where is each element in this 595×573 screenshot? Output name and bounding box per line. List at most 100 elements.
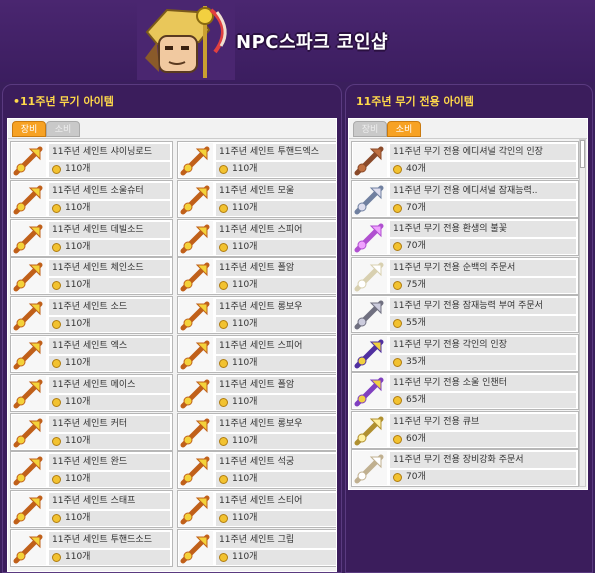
item-name: 11주년 세인트 롱보우 xyxy=(216,415,336,432)
shop-item[interactable]: 11주년 세인트 커터 110개 xyxy=(10,412,173,451)
shop-item[interactable]: 11주년 무기 전용 순백의 주문서 75개 xyxy=(351,256,579,295)
devil-sword-icon xyxy=(12,220,46,255)
item-price: 40개 xyxy=(390,162,576,177)
item-price: 110개 xyxy=(216,394,336,410)
price-value: 110개 xyxy=(65,552,91,562)
item-price: 75개 xyxy=(390,277,576,293)
price-value: 60개 xyxy=(406,433,426,444)
item-price: 110개 xyxy=(216,317,336,333)
shop-item[interactable]: 11주년 세인트 샤이닝로드 110개 xyxy=(10,141,173,179)
shop-item[interactable]: 11주년 세인트 모울 110개 xyxy=(177,179,336,218)
price-value: 110개 xyxy=(232,513,258,524)
tab-equip[interactable]: 장비 xyxy=(12,121,46,137)
soul-enchanter-icon xyxy=(353,374,387,408)
rod-icon xyxy=(12,143,46,177)
item-price: 110개 xyxy=(49,550,170,565)
item-name: 11주년 세인트 폴암 xyxy=(216,260,336,277)
shop-item[interactable]: 11주년 세인트 데빌소드 110개 xyxy=(10,218,173,257)
item-name: 11주년 세인트 석궁 xyxy=(216,454,336,471)
price-value: 110개 xyxy=(65,280,91,291)
shop-item[interactable]: 11주년 세인트 폴암 110개 xyxy=(177,257,336,296)
coin-icon xyxy=(393,319,402,328)
shop-item[interactable]: 11주년 세인트 스티어 110개 xyxy=(177,490,336,529)
shop-item[interactable]: 11주년 무기 전용 환생의 불꽃 70개 xyxy=(351,218,579,256)
price-value: 65개 xyxy=(406,395,426,405)
tab-consume[interactable]: 소비 xyxy=(46,121,80,137)
cube-icon xyxy=(353,412,387,447)
item-price: 110개 xyxy=(49,511,170,527)
shop-item[interactable]: 11주년 무기 전용 에디셔널 각인의 인장 40개 xyxy=(351,141,579,179)
item-name: 11주년 세인트 폴암 xyxy=(216,376,336,393)
item-price: 35개 xyxy=(390,354,576,370)
shop-item[interactable]: 11주년 무기 전용 각인의 인장 35개 xyxy=(351,333,579,372)
shop-item[interactable]: 11주년 세인트 소울슈터 110개 xyxy=(10,179,173,218)
coin-icon xyxy=(393,203,402,213)
shop-item[interactable]: 11주년 세인트 그립 110개 xyxy=(177,529,336,567)
item-price: 110개 xyxy=(49,394,170,410)
item-name: 11주년 세인트 롱보우 xyxy=(216,299,336,316)
coin-icon xyxy=(219,514,228,524)
shop-item[interactable]: 11주년 세인트 석궁 110개 xyxy=(177,451,336,490)
item-name: 11주년 세인트 엑스 xyxy=(49,338,170,354)
shop-item[interactable]: 11주년 세인트 체인소드 110개 xyxy=(10,257,173,296)
shop-item[interactable]: 11주년 세인트 스피어 110개 xyxy=(177,218,336,257)
shop-item[interactable]: 11주년 무기 전용 장비강화 주문서 70개 xyxy=(351,449,579,487)
shop-item[interactable]: 11주년 세인트 엑스 110개 xyxy=(10,335,173,373)
price-value: 110개 xyxy=(232,164,258,174)
coin-icon xyxy=(219,475,228,485)
shop-item[interactable]: 11주년 세인트 스태프 110개 xyxy=(10,490,173,529)
item-name: 11주년 세인트 커터 xyxy=(49,415,170,432)
shop-item[interactable]: 11주년 무기 전용 큐브 60개 xyxy=(351,410,579,449)
item-name: 11주년 무기 전용 잠재능력 부여 주문서 xyxy=(390,298,576,314)
item-price: 110개 xyxy=(216,278,336,294)
shop-item[interactable]: 11주년 세인트 롱보우 110개 xyxy=(177,412,336,451)
shop-item[interactable]: 11주년 세인트 투핸드엑스 110개 xyxy=(177,141,336,179)
header-bar: NPC스파크 코인샵 xyxy=(0,0,595,82)
item-name: 11주년 무기 전용 각인의 인장 xyxy=(390,336,576,353)
twohand-sword-icon xyxy=(12,531,46,565)
item-name: 11주년 세인트 소드 xyxy=(49,299,170,316)
coin-icon xyxy=(393,357,402,367)
scrollbar-thumb[interactable] xyxy=(580,140,585,168)
weapon-exclusive-section: 11주년 무기 전용 아이템 장비 소비 11주년 무기 전용 에디셔널 각인의… xyxy=(345,84,593,573)
coin-icon xyxy=(52,475,61,485)
item-price: 70개 xyxy=(390,200,576,216)
twohand-axe-icon xyxy=(179,143,213,177)
flame-icon xyxy=(353,220,387,254)
shop-item[interactable]: 11주년 세인트 스피어 110개 xyxy=(177,335,336,373)
shop-item[interactable]: 11주년 세인트 완드 110개 xyxy=(10,451,173,490)
shop-item[interactable]: 11주년 세인트 폴암 110개 xyxy=(177,373,336,412)
item-name: 11주년 무기 전용 에디셔널 각인의 인장 xyxy=(390,144,576,160)
item-name: 11주년 세인트 소울슈터 xyxy=(49,182,170,199)
item-name: 11주년 무기 전용 에디셔널 잠재능력.. xyxy=(390,182,576,199)
coin-icon xyxy=(52,514,61,524)
coin-icon xyxy=(219,242,228,252)
wand-icon xyxy=(12,453,46,488)
shop-item[interactable]: 11주년 무기 전용 잠재능력 부여 주문서 55개 xyxy=(351,295,579,333)
item-name: 11주년 세인트 완드 xyxy=(49,454,170,471)
tab-equip[interactable]: 장비 xyxy=(353,121,387,137)
tab-consume[interactable]: 소비 xyxy=(387,121,421,137)
shop-item[interactable]: 11주년 무기 전용 에디셔널 잠재능력.. 70개 xyxy=(351,179,579,218)
scrollbar[interactable] xyxy=(579,139,586,487)
cutter-icon xyxy=(12,414,46,449)
coin-icon xyxy=(219,397,228,407)
item-name: 11주년 세인트 스티어 xyxy=(216,493,336,510)
weapon-exclusive-panel: 장비 소비 11주년 무기 전용 에디셔널 각인의 인장 40개 11주년 무기 전… xyxy=(348,118,588,490)
item-price: 110개 xyxy=(49,433,170,449)
shop-item[interactable]: 11주년 무기 전용 소울 인챈터 65개 xyxy=(351,372,579,410)
shop-item[interactable]: 11주년 세인트 롱보우 110개 xyxy=(177,296,336,335)
price-value: 110개 xyxy=(232,435,258,446)
item-name: 11주년 무기 전용 소울 인챈터 xyxy=(390,375,576,391)
shop-item[interactable]: 11주년 세인트 투핸드소드 110개 xyxy=(10,529,173,567)
shop-item[interactable]: 11주년 세인트 메이스 110개 xyxy=(10,373,173,412)
shop-item[interactable]: 11주년 세인트 소드 110개 xyxy=(10,296,173,335)
coin-icon xyxy=(52,203,61,213)
spear-icon xyxy=(179,220,213,255)
item-price: 110개 xyxy=(216,472,336,488)
coin-icon xyxy=(393,434,402,444)
mace-icon xyxy=(12,375,46,410)
weapon-items-section: •11주년 무기 아이템 장비 소비 11주년 세인트 샤이닝로드 110개 11주… xyxy=(2,84,342,573)
item-name: 11주년 무기 전용 환생의 불꽃 xyxy=(390,221,576,237)
polearm-icon xyxy=(179,375,213,410)
